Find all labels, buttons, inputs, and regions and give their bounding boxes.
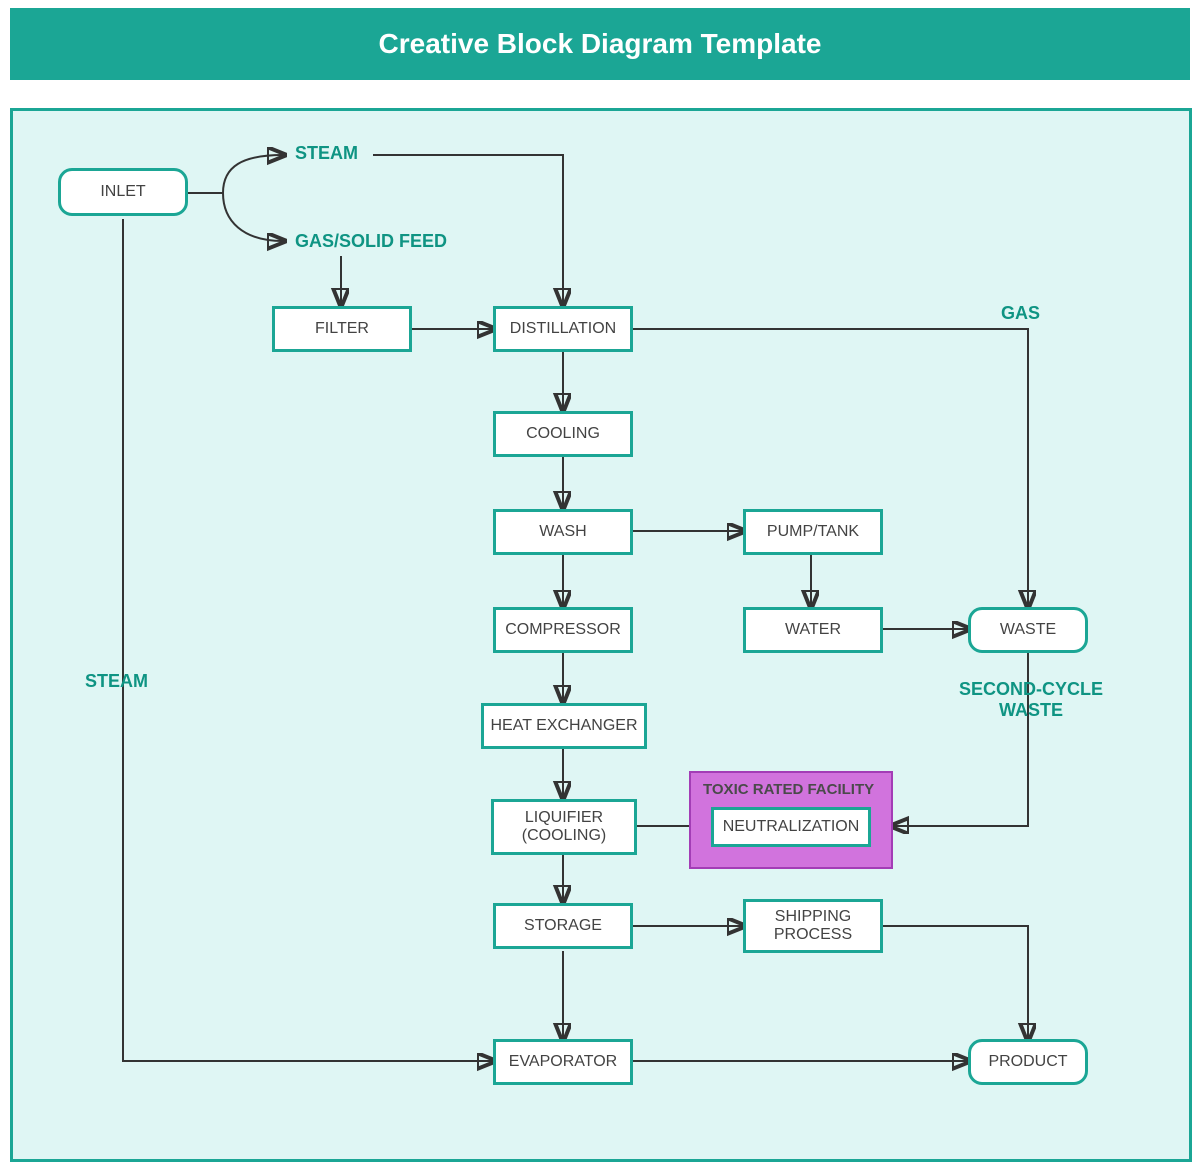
node-label: FILTER [315, 320, 369, 338]
node-heat-exchanger: HEAT EXCHANGER [481, 703, 647, 749]
label-gas: GAS [1001, 303, 1040, 324]
node-waste: WASTE [968, 607, 1088, 653]
node-label: NEUTRALIZATION [723, 818, 860, 836]
diagram-canvas: Creative Block Diagram Template [0, 0, 1200, 1168]
node-label: WASTE [1000, 621, 1056, 639]
node-neutralization: NEUTRALIZATION [711, 807, 871, 847]
node-filter: FILTER [272, 306, 412, 352]
node-wash: WASH [493, 509, 633, 555]
node-storage: STORAGE [493, 903, 633, 949]
node-label: PUMP/TANK [767, 523, 859, 541]
node-label: INLET [100, 183, 145, 201]
node-label: DISTILLATION [510, 320, 616, 338]
page-title: Creative Block Diagram Template [379, 28, 822, 60]
label-gas-solid-feed: GAS/SOLID FEED [295, 231, 447, 252]
node-label: COOLING [526, 425, 600, 443]
node-label: LIQUIFIER (COOLING) [500, 809, 628, 845]
toxic-facility-title: TOXIC RATED FACILITY [691, 773, 891, 798]
node-pump-tank: PUMP/TANK [743, 509, 883, 555]
node-label: WASH [539, 523, 586, 541]
node-product: PRODUCT [968, 1039, 1088, 1085]
title-bar: Creative Block Diagram Template [10, 8, 1190, 80]
label-steam-top: STEAM [295, 143, 358, 164]
node-cooling: COOLING [493, 411, 633, 457]
node-liquifier: LIQUIFIER (COOLING) [491, 799, 637, 855]
node-inlet: INLET [58, 168, 188, 216]
node-label: HEAT EXCHANGER [491, 717, 638, 735]
label-steam-left: STEAM [85, 671, 148, 692]
node-label: WATER [785, 621, 841, 639]
label-second-cycle-waste: SECOND-CYCLE WASTE [951, 679, 1111, 721]
diagram-frame: INLET STEAM GAS/SOLID FEED GAS STEAM SEC… [10, 108, 1192, 1162]
node-label: COMPRESSOR [505, 621, 621, 639]
node-label: PRODUCT [988, 1053, 1067, 1071]
node-label: EVAPORATOR [509, 1053, 617, 1071]
node-label: STORAGE [524, 917, 602, 935]
node-evaporator: EVAPORATOR [493, 1039, 633, 1085]
node-water: WATER [743, 607, 883, 653]
node-shipping-process: SHIPPING PROCESS [743, 899, 883, 953]
node-label: SHIPPING PROCESS [752, 908, 874, 944]
node-compressor: COMPRESSOR [493, 607, 633, 653]
node-distillation: DISTILLATION [493, 306, 633, 352]
